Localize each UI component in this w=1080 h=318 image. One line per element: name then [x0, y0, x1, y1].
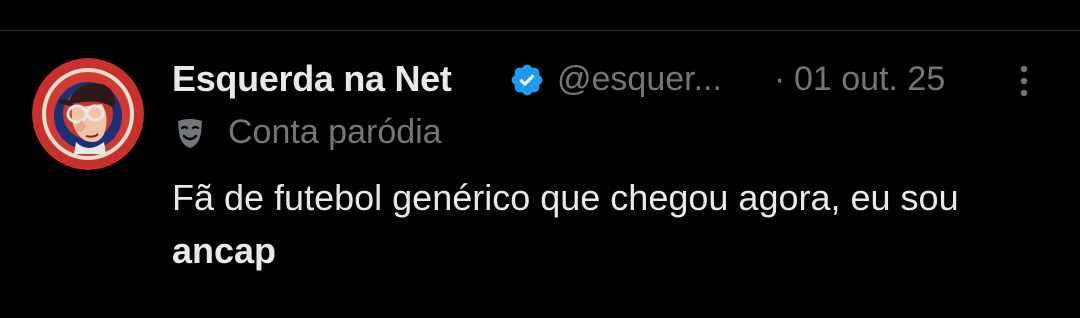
parody-label-text: Conta paródia	[228, 113, 442, 151]
avatar-image	[32, 58, 144, 170]
verified-badge-icon	[509, 62, 545, 98]
parody-account-label: Conta paródia	[172, 107, 1052, 159]
tweet-text-bold: ancap	[172, 230, 277, 271]
tweet-content: Esquerda na Net @esquer... · 01 out. 25	[172, 53, 1052, 277]
avatar[interactable]	[32, 58, 144, 170]
author-handle[interactable]: @esquer...	[557, 60, 722, 99]
tweet-header: Esquerda na Net @esquer... · 01 out. 25	[172, 53, 1052, 105]
separator-dot: ·	[774, 60, 786, 98]
tweet-text-plain: Fã de futebol genérico que chegou agora,…	[172, 177, 959, 218]
tweet-text: Fã de futebol genérico que chegou agora,…	[172, 171, 1042, 277]
author-display-name[interactable]: Esquerda na Net	[172, 58, 452, 100]
tweet-date[interactable]: 01 out. 25	[794, 60, 945, 99]
theater-mask-icon	[172, 115, 208, 151]
tweet-card[interactable]: Esquerda na Net @esquer... · 01 out. 25	[0, 31, 1080, 318]
more-vertical-icon[interactable]	[1012, 61, 1036, 101]
